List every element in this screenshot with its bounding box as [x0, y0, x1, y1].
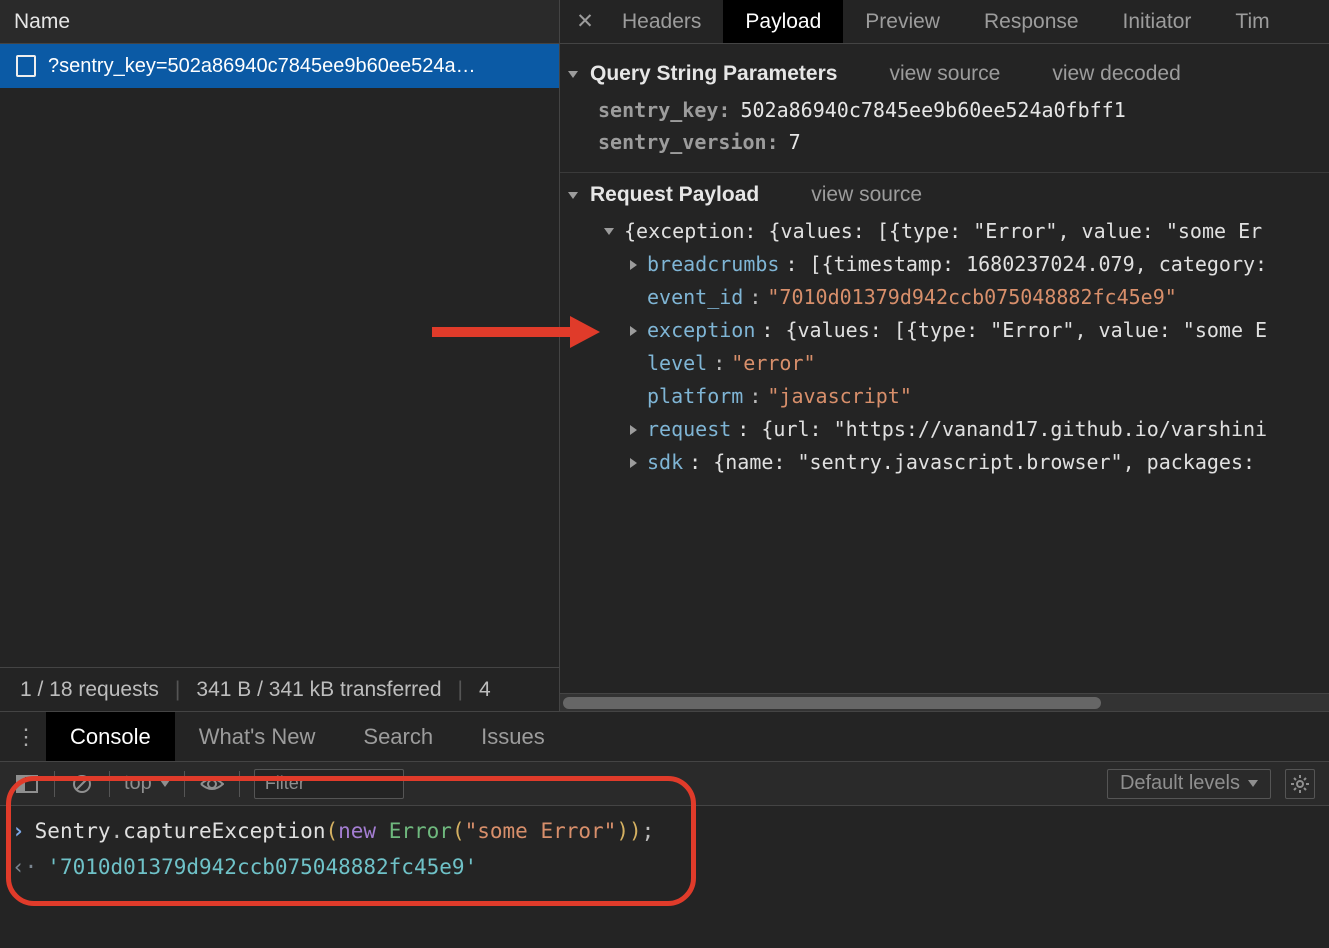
sidebar-toggle-icon[interactable] [14, 771, 40, 797]
drawer-tabs: ⋮ Console What's New Search Issues [0, 712, 1329, 762]
json-key: sdk [647, 446, 683, 479]
tab-console[interactable]: Console [46, 712, 175, 761]
json-key: exception [647, 314, 755, 347]
console-input-code: Sentry.captureException(new Error("some … [35, 814, 655, 850]
section-query-params[interactable]: Query String Parameters view source view… [560, 52, 1329, 94]
json-field-row[interactable]: request: {url: "https://vanand17.github.… [586, 413, 1329, 446]
json-key: breadcrumbs [647, 248, 779, 281]
payload-json-tree: {exception: {values: [{type: "Error", va… [560, 215, 1329, 489]
json-field-row[interactable]: exception: {values: [{type: "Error", val… [586, 314, 1329, 347]
status-extra: 4 [479, 678, 491, 702]
json-string: "javascript" [767, 380, 912, 413]
section-title: Request Payload [590, 183, 759, 207]
disclosure-triangle-icon [630, 260, 637, 270]
json-field-row[interactable]: platform: "javascript" [586, 380, 1329, 413]
json-string: "error" [731, 347, 815, 380]
json-punc: : [749, 380, 761, 413]
chevron-down-icon [1248, 780, 1258, 787]
separator: | [175, 678, 180, 702]
json-key: event_id [647, 281, 743, 314]
chevron-down-icon [160, 780, 170, 787]
tab-response[interactable]: Response [962, 0, 1101, 43]
separator [54, 771, 55, 797]
column-header-name[interactable]: Name [0, 0, 559, 44]
separator [184, 771, 185, 797]
tab-timing[interactable]: Tim [1213, 0, 1291, 43]
disclosure-triangle-icon [630, 326, 637, 336]
tab-headers[interactable]: Headers [600, 0, 723, 43]
json-root-text: {exception: {values: [{type: "Error", va… [624, 215, 1262, 248]
tab-search[interactable]: Search [339, 712, 457, 761]
separator [109, 771, 110, 797]
console-input-line: › Sentry.captureException(new Error("som… [12, 814, 1317, 850]
section-request-payload[interactable]: Request Payload view source [560, 173, 1329, 215]
tab-preview[interactable]: Preview [843, 0, 962, 43]
console-filter-input[interactable]: Filter [254, 769, 404, 799]
transferred-size: 341 B / 341 kB transferred [196, 678, 441, 702]
script-file-icon [16, 55, 36, 77]
json-punc: : [749, 281, 761, 314]
view-source-link[interactable]: view source [811, 183, 922, 207]
json-key: platform [647, 380, 743, 413]
json-field-row[interactable]: breadcrumbs: [{timestamp: 1680237024.079… [586, 248, 1329, 281]
prompt-output-icon: ‹· [12, 850, 37, 886]
disclosure-triangle-icon [630, 458, 637, 468]
network-request-row-selected[interactable]: ?sentry_key=502a86940c7845ee9b60ee524a… [0, 44, 559, 88]
section-title: Query String Parameters [590, 62, 837, 86]
param-key: sentry_key: [598, 98, 730, 122]
view-source-link[interactable]: view source [889, 62, 1000, 86]
horizontal-scrollbar[interactable] [560, 693, 1329, 711]
param-key: sentry_version: [598, 130, 779, 154]
json-preview: : {name: "sentry.javascript.browser", pa… [689, 446, 1255, 479]
request-url-label: ?sentry_key=502a86940c7845ee9b60ee524a… [48, 55, 476, 78]
json-preview: : [{timestamp: 1680237024.079, category: [785, 248, 1267, 281]
tab-initiator[interactable]: Initiator [1101, 0, 1214, 43]
console-settings-icon[interactable] [1285, 769, 1315, 799]
levels-label: Default levels [1120, 772, 1240, 795]
disclosure-triangle-icon [568, 71, 578, 78]
json-root[interactable]: {exception: {values: [{type: "Error", va… [586, 215, 1329, 248]
tab-issues[interactable]: Issues [457, 712, 569, 761]
scrollbar-thumb[interactable] [563, 697, 1101, 709]
network-request-list: Name ?sentry_key=502a86940c7845ee9b60ee5… [0, 0, 560, 711]
view-decoded-link[interactable]: view decoded [1052, 62, 1180, 86]
console-output-line: ‹· '7010d01379d942ccb075048882fc45e9' [12, 850, 1317, 886]
context-selector[interactable]: top [124, 772, 170, 795]
separator: | [458, 678, 463, 702]
console-output-value: '7010d01379d942ccb075048882fc45e9' [47, 850, 477, 886]
param-value: 502a86940c7845ee9b60ee524a0fbff1 [740, 98, 1125, 122]
context-label: top [124, 772, 152, 795]
log-levels-selector[interactable]: Default levels [1107, 769, 1271, 799]
detail-tabs: ✕ Headers Payload Preview Response Initi… [560, 0, 1329, 44]
json-field-row[interactable]: sdk: {name: "sentry.javascript.browser",… [586, 446, 1329, 479]
tab-payload[interactable]: Payload [723, 0, 843, 43]
close-icon[interactable]: ✕ [570, 0, 600, 43]
disclosure-triangle-icon [604, 228, 614, 235]
query-param-row: sentry_key: 502a86940c7845ee9b60ee524a0f… [598, 94, 1329, 126]
json-preview: : {url: "https://vanand17.github.io/vars… [737, 413, 1267, 446]
more-tabs-icon[interactable]: ⋮ [6, 712, 46, 761]
json-key: level [647, 347, 707, 380]
clear-console-icon[interactable] [69, 771, 95, 797]
network-detail-pane: ✕ Headers Payload Preview Response Initi… [560, 0, 1329, 711]
console-toolbar: top Filter Default levels [0, 762, 1329, 806]
network-status-bar: 1 / 18 requests | 341 B / 341 kB transfe… [0, 667, 559, 711]
disclosure-triangle-icon [568, 192, 578, 199]
json-key: request [647, 413, 731, 446]
query-param-row: sentry_version: 7 [598, 126, 1329, 158]
json-field-row[interactable]: level: "error" [586, 347, 1329, 380]
json-punc: : [713, 347, 725, 380]
json-preview: : {values: [{type: "Error", value: "some… [761, 314, 1267, 347]
tab-whats-new[interactable]: What's New [175, 712, 340, 761]
json-string: "7010d01379d942ccb075048882fc45e9" [767, 281, 1176, 314]
prompt-input-icon: › [12, 814, 25, 850]
live-expression-icon[interactable] [199, 771, 225, 797]
json-field-row[interactable]: event_id: "7010d01379d942ccb075048882fc4… [586, 281, 1329, 314]
disclosure-triangle-icon [630, 425, 637, 435]
separator [239, 771, 240, 797]
console-body[interactable]: › Sentry.captureException(new Error("som… [0, 806, 1329, 948]
param-value: 7 [789, 130, 801, 154]
requests-count: 1 / 18 requests [20, 678, 159, 702]
